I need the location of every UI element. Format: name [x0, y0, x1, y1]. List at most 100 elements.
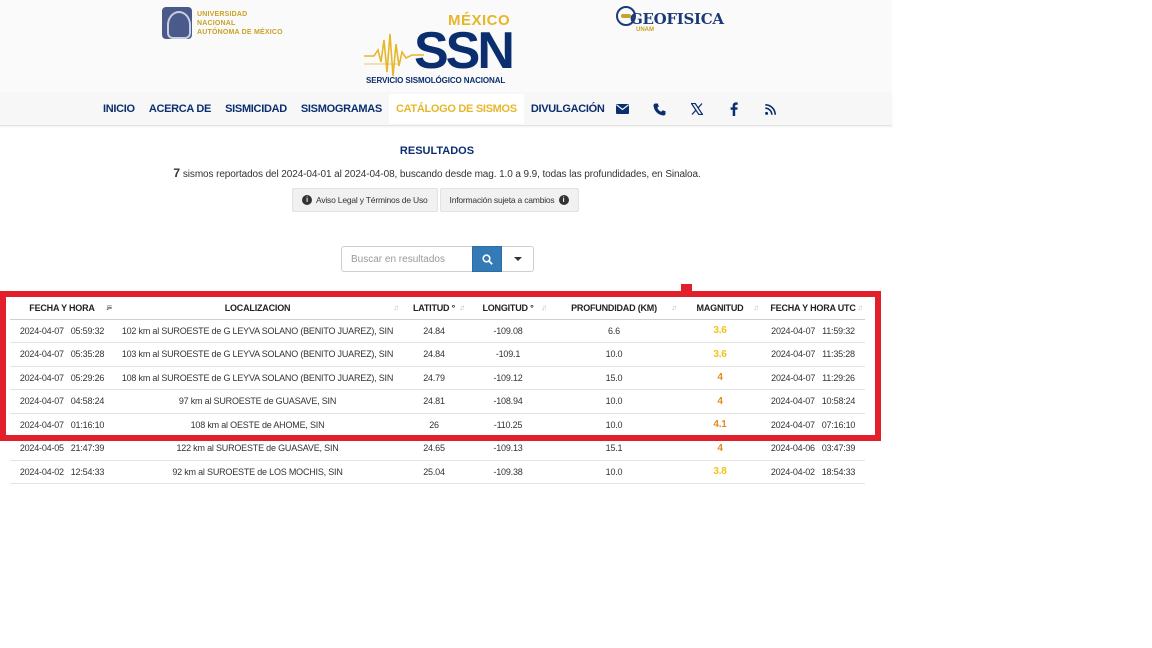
cell-longitud: -109.1	[467, 342, 549, 367]
changes-notice-button[interactable]: Información sujeta a cambios i	[439, 188, 579, 212]
column-header-fecha-utc[interactable]: FECHA Y HORA UTC ↓↑	[761, 297, 865, 320]
sort-icon: ↓↑	[857, 303, 863, 312]
cell-magnitud: 3.8	[679, 460, 761, 484]
cell-longitud: -109.38	[467, 460, 549, 484]
nav-item-catalogo-de-sismos[interactable]: CATÁLOGO DE SISMOS	[388, 94, 524, 124]
cell-magnitud: 3.6	[679, 319, 761, 343]
unam-name-line1: UNIVERSIDAD NACIONAL	[196, 10, 248, 27]
cell-latitud: 24.84	[401, 342, 467, 367]
sort-icon: ↓↑	[541, 303, 547, 312]
search-options-dropdown[interactable]	[502, 246, 534, 272]
notice-buttons: i Aviso Legal y Términos de Uso Informac…	[292, 188, 579, 212]
cell-magnitud: 4	[679, 436, 761, 461]
cell-longitud: -109.12	[467, 366, 549, 390]
nav-item-acerca-de[interactable]: ACERCA DE	[142, 94, 218, 124]
cell-longitud: -108.94	[467, 389, 549, 414]
cell-profundidad: 10.0	[549, 389, 679, 414]
cell-profundidad: 6.6	[549, 319, 679, 343]
column-header-localizacion[interactable]: LOCALIZACION ↓↑	[114, 297, 401, 320]
earthquake-results-table: FECHA Y HORA ↓≡ LOCALIZACION ↓↑ LATITUD ° ↓…	[10, 297, 865, 484]
cell-fecha-utc: 2024-04-07 07:16:10	[761, 413, 865, 437]
cell-fecha-utc: 2024-04-07 11:35:28	[761, 342, 865, 367]
geofisica-sub: UNAM	[636, 27, 654, 33]
search-icon	[481, 253, 493, 265]
ssn-logo[interactable]: MÉXICO SSN SERVICIO SISMOLÓGICO NACIONAL	[364, 12, 516, 97]
unam-logo[interactable]: UNIVERSIDAD NACIONAL AUTÓNOMA DE MÉXICO	[162, 6, 288, 40]
cell-fecha-utc: 2024-04-02 18:54:33	[761, 460, 865, 484]
legal-notice-label: Aviso Legal y Términos de Uso	[316, 195, 428, 205]
table-row[interactable]: 2024-04-07 05:35:28 103 km al SUROESTE d…	[10, 342, 865, 367]
cell-longitud: -110.25	[467, 413, 549, 437]
nav-menu: INICIO ACERCA DE SISMICIDAD SISMOGRAMAS …	[96, 92, 612, 126]
table-row[interactable]: 2024-04-02 12:54:33 92 km al SUROESTE de…	[10, 460, 865, 484]
cell-latitud: 24.84	[401, 319, 467, 343]
ssn-acronym: SSN	[414, 22, 515, 80]
cell-profundidad: 15.1	[549, 436, 679, 461]
x-twitter-icon[interactable]	[678, 92, 715, 126]
sort-desc-icon: ↓≡	[105, 303, 112, 312]
nav-item-sismogramas[interactable]: SISMOGRAMAS	[294, 94, 389, 124]
cell-profundidad: 10.0	[549, 460, 679, 484]
cell-profundidad: 10.0	[549, 413, 679, 437]
results-summary-text: sismos reportados del 2024-04-01 al 2024…	[182, 169, 701, 180]
table-row[interactable]: 2024-04-07 01:16:10 108 km al OESTE de A…	[10, 413, 865, 437]
envelope-icon[interactable]	[604, 92, 641, 126]
column-header-longitud[interactable]: LONGITUD ° ↓↑	[467, 297, 549, 320]
cell-localizacion: 122 km al SUROESTE de GUASAVE, SIN	[114, 436, 401, 461]
legal-notice-button[interactable]: i Aviso Legal y Términos de Uso	[292, 188, 438, 212]
search-input[interactable]	[341, 246, 472, 272]
column-header-latitud[interactable]: LATITUD ° ↓↑	[401, 297, 467, 320]
cell-magnitud: 3.6	[679, 342, 761, 367]
cell-fecha-utc: 2024-04-07 11:59:32	[761, 319, 865, 343]
cell-localizacion: 108 km al OESTE de AHOME, SIN	[114, 413, 401, 437]
cell-longitud: -109.08	[467, 319, 549, 343]
cell-magnitud: 4.1	[679, 413, 761, 437]
cell-fecha: 2024-04-02 12:54:33	[10, 460, 114, 484]
unam-name-line2: AUTÓNOMA DE MÉXICO	[196, 28, 283, 36]
table-header-row: FECHA Y HORA ↓≡ LOCALIZACION ↓↑ LATITUD ° ↓…	[10, 297, 865, 320]
column-header-fecha[interactable]: FECHA Y HORA ↓≡	[10, 297, 114, 320]
cell-fecha: 2024-04-07 05:35:28	[10, 342, 114, 367]
rss-icon[interactable]	[752, 92, 789, 126]
geofisica-logo[interactable]: GEOFISICA UNAM	[616, 6, 724, 34]
cell-latitud: 24.81	[401, 389, 467, 414]
nav-item-divulgacion[interactable]: DIVULGACIÓN	[524, 94, 612, 124]
cell-latitud: 26	[401, 413, 467, 437]
results-count: 7	[173, 166, 180, 180]
column-header-profundidad[interactable]: PROFUNDIDAD (KM) ↓↑	[549, 297, 679, 320]
nav-item-sismicidad[interactable]: SISMICIDAD	[218, 94, 294, 124]
cell-fecha-utc: 2024-04-07 11:29:26	[761, 366, 865, 390]
changes-notice-label: Información sujeta a cambios	[449, 195, 555, 205]
phone-icon[interactable]	[641, 92, 678, 126]
cell-fecha: 2024-04-07 01:16:10	[10, 413, 114, 437]
table-row[interactable]: 2024-04-05 21:47:39 122 km al SUROESTE d…	[10, 436, 865, 461]
cell-localizacion: 108 km al SUROESTE de G LEYVA SOLANO (BE…	[114, 366, 401, 390]
cell-localizacion: 102 km al SUROESTE de G LEYVA SOLANO (BE…	[114, 319, 401, 343]
cell-localizacion: 97 km al SUROESTE de GUASAVE, SIN	[114, 389, 401, 414]
info-icon: i	[302, 195, 312, 205]
cell-latitud: 25.04	[401, 460, 467, 484]
search-button[interactable]	[472, 246, 502, 272]
cell-localizacion: 92 km al SUROESTE de LOS MOCHIS, SIN	[114, 460, 401, 484]
table-row[interactable]: 2024-04-07 04:58:24 97 km al SUROESTE de…	[10, 389, 865, 414]
caret-down-icon	[513, 257, 522, 261]
results-summary: 7 sismos reportados del 2024-04-01 al 202…	[0, 166, 874, 180]
table-row[interactable]: 2024-04-07 05:59:32 102 km al SUROESTE d…	[10, 319, 865, 343]
search-bar	[341, 246, 534, 272]
column-header-magnitud[interactable]: MAGNITUD ↓↑	[679, 297, 761, 320]
cell-profundidad: 10.0	[549, 342, 679, 367]
sort-icon: ↓↑	[459, 303, 465, 312]
sort-icon: ↓↑	[753, 303, 759, 312]
cell-localizacion: 103 km al SUROESTE de G LEYVA SOLANO (BE…	[114, 342, 401, 367]
sort-icon: ↓↑	[393, 303, 399, 312]
cell-fecha: 2024-04-07 05:59:32	[10, 319, 114, 343]
ssn-full-name: SERVICIO SISMOLÓGICO NACIONAL	[366, 76, 506, 85]
main-navbar: INICIO ACERCA DE SISMICIDAD SISMOGRAMAS …	[0, 92, 892, 126]
geofisica-name: GEOFISICA	[630, 10, 724, 28]
cell-fecha-utc: 2024-04-06 03:47:39	[761, 436, 865, 461]
cell-magnitud: 4	[679, 389, 761, 414]
nav-item-inicio[interactable]: INICIO	[96, 94, 142, 124]
cell-fecha: 2024-04-05 21:47:39	[10, 436, 114, 461]
facebook-icon[interactable]	[715, 92, 752, 126]
table-row[interactable]: 2024-04-07 05:29:26 108 km al SUROESTE d…	[10, 366, 865, 390]
